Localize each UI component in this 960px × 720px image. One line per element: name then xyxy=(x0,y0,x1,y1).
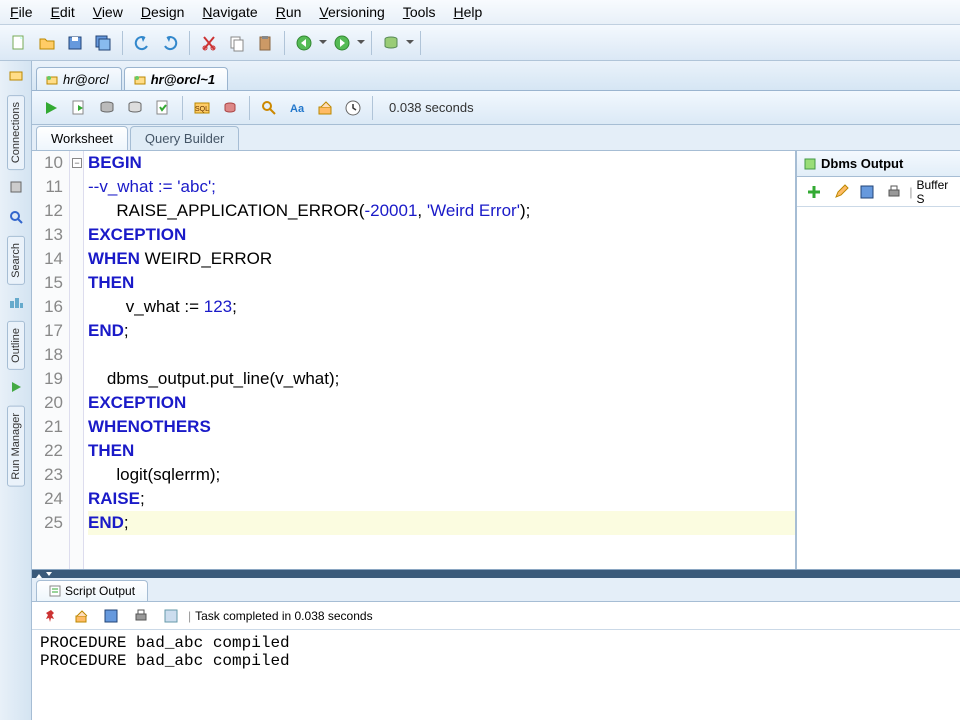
execution-time: 0.038 seconds xyxy=(389,100,474,115)
menu-edit[interactable]: Edit xyxy=(51,4,75,20)
pin-icon[interactable] xyxy=(38,603,64,629)
conn-tab[interactable]: hr@orcl~1 xyxy=(124,67,228,90)
script-output-panel: Script Output | Task completed in 0.038 … xyxy=(32,569,960,720)
sql-icon[interactable]: SQL xyxy=(189,95,215,121)
menu-versioning[interactable]: Versioning xyxy=(319,4,384,20)
svg-text:Aa: Aa xyxy=(290,103,305,115)
db-dropdown[interactable] xyxy=(406,37,414,48)
db-icon[interactable] xyxy=(378,30,404,56)
connections-icon[interactable] xyxy=(5,65,27,87)
open-icon[interactable] xyxy=(34,30,60,56)
search-tab[interactable]: Search xyxy=(7,236,25,285)
menu-view[interactable]: View xyxy=(93,4,123,20)
search-side-icon[interactable] xyxy=(5,206,27,228)
script-output-icon xyxy=(49,585,61,597)
menubar: File Edit View Design Navigate Run Versioning T… xyxy=(0,0,960,25)
edit-icon[interactable] xyxy=(830,179,853,205)
history-icon[interactable] xyxy=(340,95,366,121)
menu-tools[interactable]: Tools xyxy=(403,4,436,20)
redo-icon[interactable] xyxy=(157,30,183,56)
menu-design[interactable]: Design xyxy=(141,4,185,20)
left-sidebar: Connections Search Outline Run Manager xyxy=(0,61,32,720)
open-script-icon[interactable] xyxy=(158,603,184,629)
save-out-icon[interactable] xyxy=(856,179,879,205)
copy-icon[interactable] xyxy=(224,30,250,56)
menu-navigate[interactable]: Navigate xyxy=(202,4,257,20)
run-icon[interactable] xyxy=(38,95,64,121)
svg-text:SQL: SQL xyxy=(195,106,209,113)
save-icon[interactable] xyxy=(62,30,88,56)
nav-back-dropdown[interactable] xyxy=(319,37,327,48)
undo-icon[interactable] xyxy=(129,30,155,56)
dbms-output-title: Dbms Output xyxy=(821,156,903,171)
new-icon[interactable] xyxy=(6,30,32,56)
run-manager-tab[interactable]: Run Manager xyxy=(7,406,25,487)
explain-icon[interactable] xyxy=(94,95,120,121)
buffer-label: Buffer S xyxy=(917,178,954,206)
cut-icon[interactable] xyxy=(196,30,222,56)
outline-tab[interactable]: Outline xyxy=(7,321,25,370)
nav-back-icon[interactable] xyxy=(291,30,317,56)
clear-icon[interactable] xyxy=(312,95,338,121)
nav-fwd-icon[interactable] xyxy=(329,30,355,56)
nav-fwd-dropdown[interactable] xyxy=(357,37,365,48)
connections-tab[interactable]: Connections xyxy=(7,95,25,170)
rollback-icon[interactable] xyxy=(217,95,243,121)
main-toolbar xyxy=(0,25,960,61)
tools-side-icon[interactable] xyxy=(5,176,27,198)
connection-tabs: hr@orclhr@orcl~1 xyxy=(32,61,960,91)
tab-worksheet[interactable]: Worksheet xyxy=(36,126,128,150)
find-icon[interactable] xyxy=(256,95,282,121)
paste-icon[interactable] xyxy=(252,30,278,56)
print-icon[interactable] xyxy=(883,179,906,205)
worksheet-toolbar: SQL Aa 0.038 seconds xyxy=(32,91,960,125)
menu-file[interactable]: File xyxy=(10,4,33,20)
add-icon[interactable] xyxy=(803,179,826,205)
conn-tab[interactable]: hr@orcl xyxy=(36,67,122,90)
autotrace-icon[interactable] xyxy=(122,95,148,121)
code-editor[interactable]: 10111213141516171819202122232425 − BEGIN… xyxy=(32,151,796,569)
commit-icon[interactable] xyxy=(150,95,176,121)
format-icon[interactable]: Aa xyxy=(284,95,310,121)
menu-run[interactable]: Run xyxy=(276,4,302,20)
menu-help[interactable]: Help xyxy=(454,4,483,20)
task-status: Task completed in 0.038 seconds xyxy=(195,609,372,623)
dbms-output-icon xyxy=(803,157,817,171)
run-mgr-icon[interactable] xyxy=(5,376,27,398)
tab-query-builder[interactable]: Query Builder xyxy=(130,126,239,150)
save-all-icon[interactable] xyxy=(90,30,116,56)
save-script-icon[interactable] xyxy=(98,603,124,629)
outline-side-icon[interactable] xyxy=(5,291,27,313)
dbms-output-pane: Dbms Output | Buffer S xyxy=(796,151,960,569)
clear-out-icon[interactable] xyxy=(68,603,94,629)
worksheet-tabs: Worksheet Query Builder xyxy=(32,125,960,151)
print-script-icon[interactable] xyxy=(128,603,154,629)
script-output-text: PROCEDURE bad_abc compiled PROCEDURE bad… xyxy=(32,630,960,720)
panel-resize-handle[interactable] xyxy=(32,570,960,578)
run-script-icon[interactable] xyxy=(66,95,92,121)
tab-script-output[interactable]: Script Output xyxy=(36,580,148,601)
